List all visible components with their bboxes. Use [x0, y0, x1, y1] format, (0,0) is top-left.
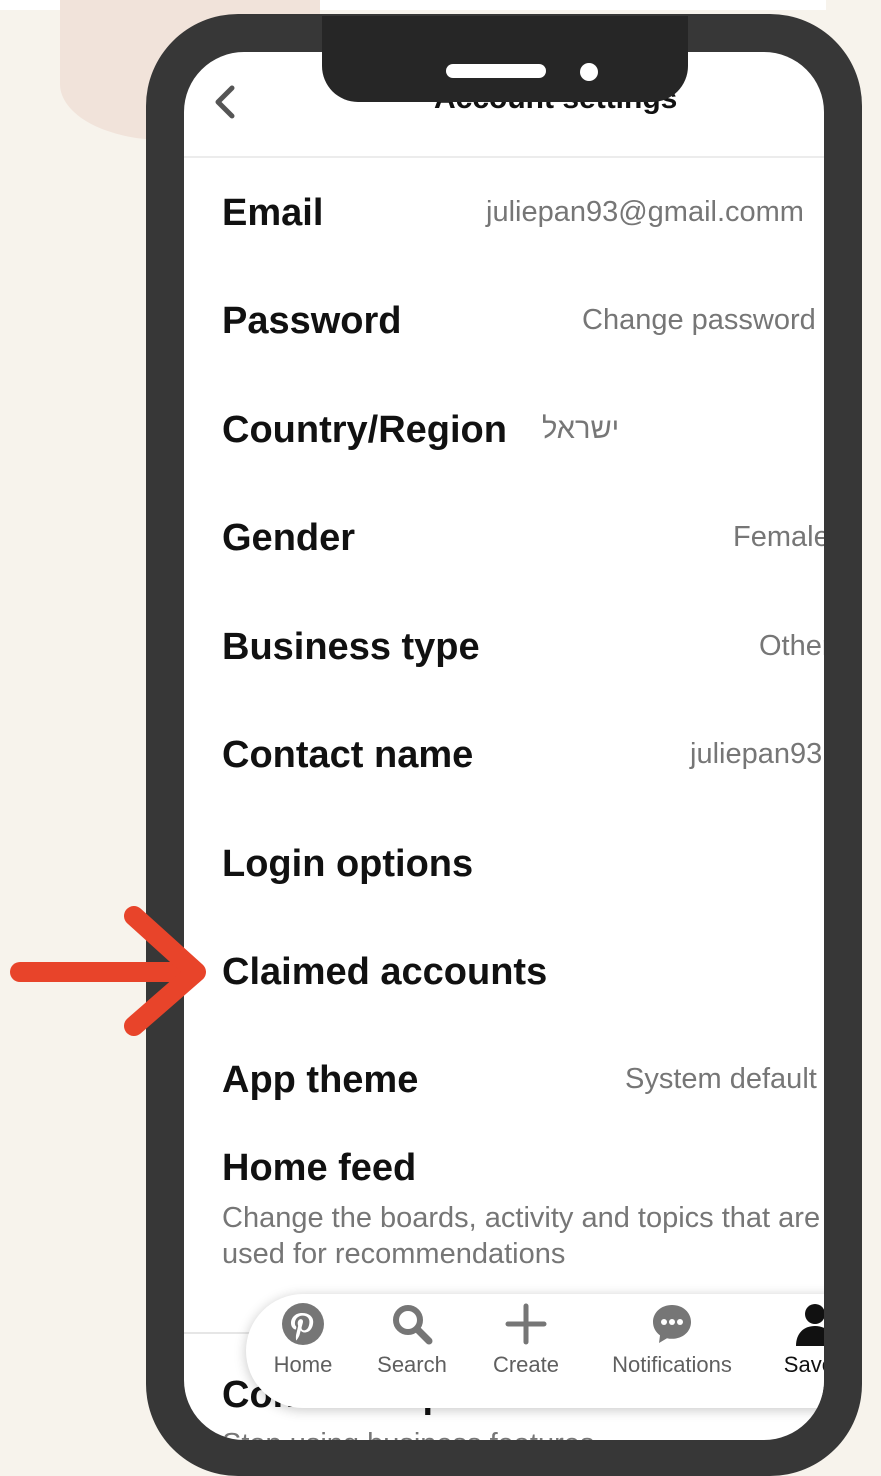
- pinterest-home-icon: [282, 1303, 324, 1345]
- setting-value: juliepan93@gmail.comm: [486, 196, 804, 228]
- nav-home[interactable]: Home: [266, 1302, 340, 1378]
- nav-label: Search: [377, 1352, 447, 1377]
- search-icon: [393, 1305, 433, 1345]
- setting-email[interactable]: Email juliepan93@gmail.comm: [222, 192, 824, 272]
- nav-label: Create: [492, 1352, 560, 1377]
- nav-label: Notifications: [612, 1352, 732, 1377]
- setting-label: Business type: [222, 626, 480, 668]
- arrow-annotation: [10, 906, 206, 1036]
- setting-label: App theme: [222, 1059, 419, 1101]
- setting-country-region[interactable]: Country/Region ישראל: [222, 409, 824, 489]
- setting-label: Gender: [222, 517, 356, 559]
- convert-account-description: Stop using business features: [222, 1428, 594, 1440]
- app-screen: Account settings Email juliepan93@gmail.…: [184, 52, 824, 1440]
- setting-value: Other: [759, 630, 824, 662]
- setting-label: Login options: [222, 843, 474, 885]
- speaker-slot: [446, 64, 546, 78]
- phone-frame: Account settings Email juliepan93@gmail.…: [146, 14, 862, 1476]
- phone-notch: [322, 16, 688, 102]
- setting-value: juliepan93: [690, 738, 823, 770]
- chat-bubble-icon: [653, 1305, 691, 1343]
- setting-label: Password: [222, 300, 402, 342]
- setting-value: System default: [625, 1063, 817, 1095]
- bottom-nav-bar: Home Search Create Notifications Sav: [246, 1294, 824, 1408]
- setting-claimed-accounts[interactable]: Claimed accounts: [222, 951, 824, 1031]
- setting-gender[interactable]: Gender Female: [222, 517, 824, 597]
- setting-value: Female: [733, 521, 824, 553]
- camera-dot: [580, 63, 598, 81]
- setting-contact-name[interactable]: Contact name juliepan93: [222, 734, 824, 814]
- plus-icon: [505, 1303, 547, 1345]
- nav-search[interactable]: Search: [372, 1302, 452, 1378]
- setting-label: Claimed accounts: [222, 951, 548, 993]
- profile-icon: [796, 1304, 824, 1346]
- setting-label: Email: [222, 192, 324, 234]
- nav-notifications[interactable]: Notifications: [602, 1302, 742, 1378]
- setting-value: ישראל: [542, 413, 620, 445]
- setting-label: Country/Region: [222, 409, 507, 451]
- setting-password[interactable]: Password Change password: [222, 300, 824, 380]
- nav-label: Saved: [783, 1352, 824, 1377]
- setting-label: Home feed: [222, 1147, 417, 1189]
- home-feed-description: Change the boards, activity and topics t…: [222, 1202, 821, 1270]
- setting-value: Change password: [582, 304, 816, 336]
- setting-login-options[interactable]: Login options: [222, 843, 824, 923]
- nav-create[interactable]: Create: [490, 1302, 562, 1378]
- setting-app-theme[interactable]: App theme System default: [222, 1059, 824, 1139]
- nav-label: Home: [273, 1352, 333, 1377]
- nav-saved[interactable]: Saved: [782, 1302, 824, 1378]
- setting-label: Contact name: [222, 734, 474, 776]
- back-icon[interactable]: [210, 82, 240, 122]
- setting-business-type[interactable]: Business type Other: [222, 626, 824, 706]
